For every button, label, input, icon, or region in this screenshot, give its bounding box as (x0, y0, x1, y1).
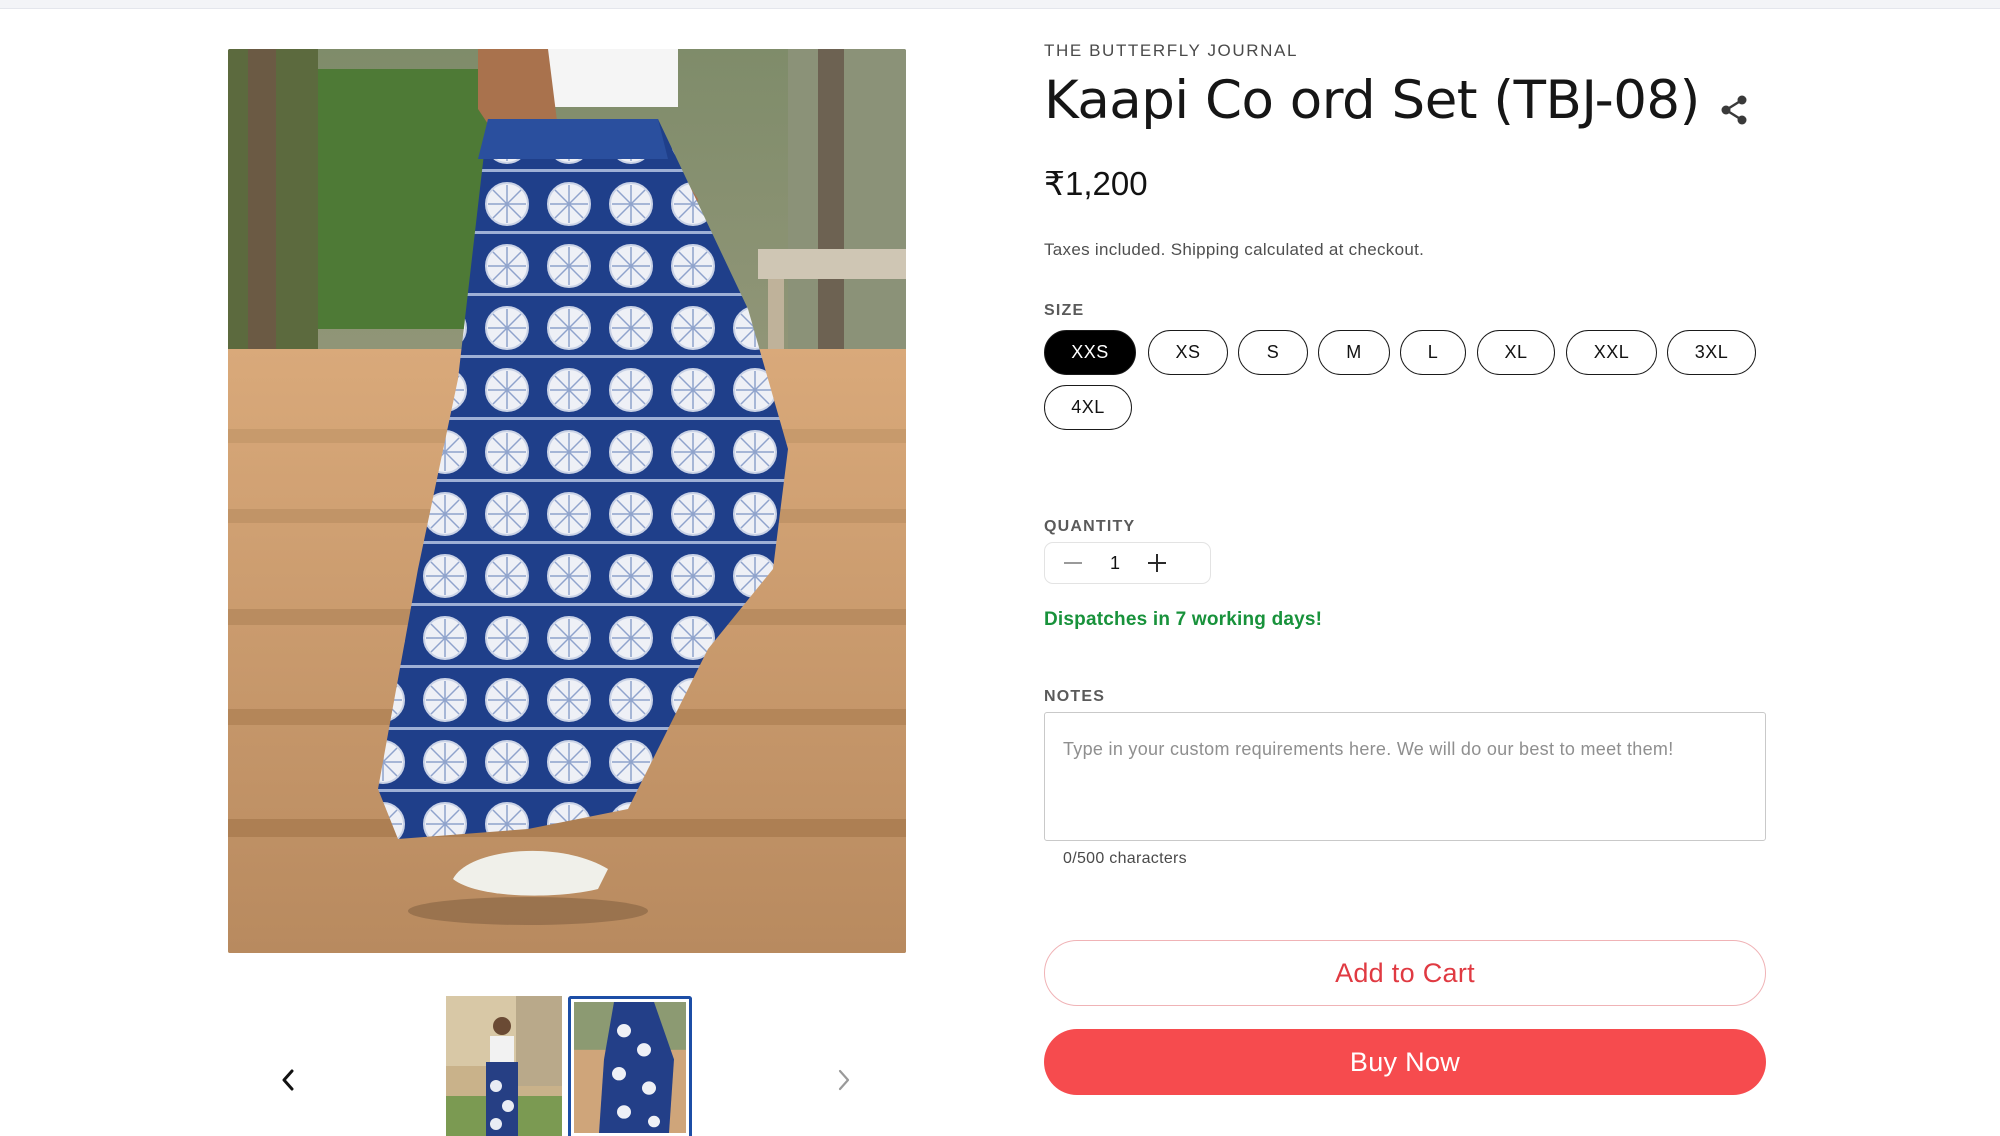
size-option-xxl[interactable]: XXL (1566, 330, 1657, 375)
thumbnail-photo (574, 1002, 686, 1133)
tax-note: Taxes included. Shipping calculated at c… (1044, 240, 1425, 259)
notes-char-count: 0/500 characters (1063, 850, 1187, 867)
quantity-increase-button[interactable] (1129, 543, 1185, 583)
share-button[interactable] (1714, 90, 1754, 130)
quantity-stepper (1044, 542, 1211, 584)
header-divider (0, 0, 2000, 9)
dispatch-note: Dispatches in 7 working days! (1044, 609, 1323, 630)
plus-icon (1148, 554, 1166, 572)
chevron-right-icon (838, 1069, 850, 1091)
product-price: ₹1,200 (1044, 165, 1148, 202)
buy-now-button[interactable]: Buy Now (1044, 1029, 1766, 1095)
size-option-l[interactable]: L (1400, 330, 1466, 375)
chevron-left-icon (282, 1069, 294, 1091)
vendor-name: THE BUTTERFLY JOURNAL (1044, 41, 1299, 60)
thumbnail-2-selected[interactable] (568, 996, 692, 1136)
gallery-prev-button[interactable] (270, 1062, 306, 1098)
minus-icon (1064, 562, 1082, 564)
size-option-xl[interactable]: XL (1477, 330, 1555, 375)
product-title: Kaapi Co ord Set (TBJ-08) (1044, 70, 1700, 131)
size-option-s[interactable]: S (1238, 330, 1308, 375)
quantity-label: QUANTITY (1044, 518, 1136, 535)
size-label: SIZE (1044, 302, 1085, 319)
share-icon (1721, 95, 1747, 125)
product-main-image[interactable] (228, 49, 906, 953)
notes-label: NOTES (1044, 688, 1106, 705)
quantity-input[interactable] (1101, 552, 1129, 574)
gallery-next-button[interactable] (826, 1062, 862, 1098)
size-option-3xl[interactable]: 3XL (1667, 330, 1756, 375)
thumbnail-1[interactable] (446, 996, 562, 1136)
quantity-decrease-button[interactable] (1045, 543, 1101, 583)
size-option-xxs[interactable]: XXS (1044, 330, 1136, 375)
size-option-xs[interactable]: XS (1148, 330, 1228, 375)
notes-textarea[interactable] (1044, 712, 1766, 841)
size-option-4xl[interactable]: 4XL (1044, 385, 1132, 430)
product-photo (228, 49, 906, 953)
add-to-cart-button[interactable]: Add to Cart (1044, 940, 1766, 1006)
thumbnail-photo (446, 996, 562, 1136)
size-option-m[interactable]: M (1318, 330, 1390, 375)
